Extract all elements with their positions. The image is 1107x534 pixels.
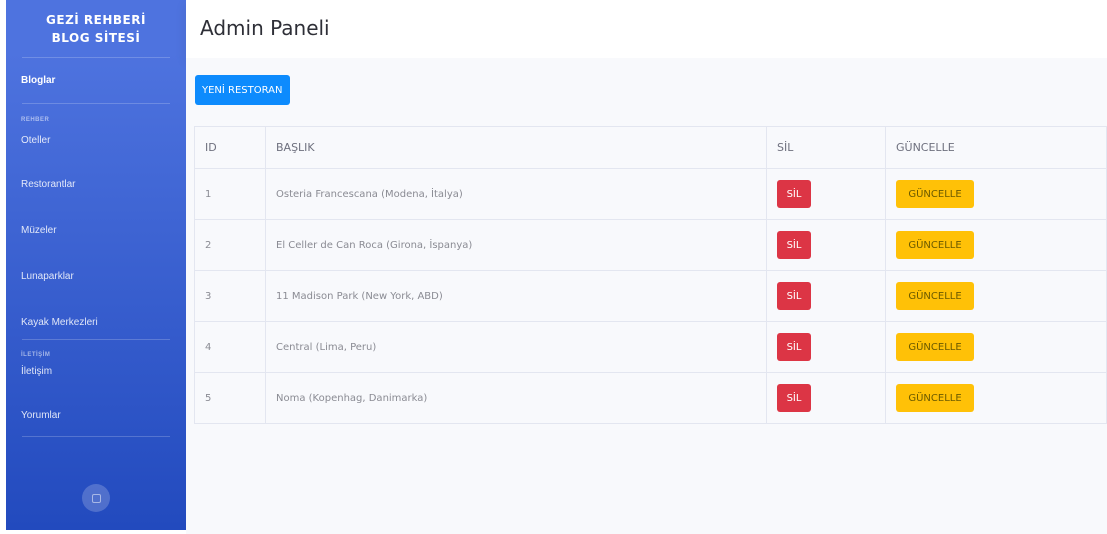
- update-cell: GÜNCELLE: [885, 270, 1107, 322]
- delete-button[interactable]: SİL: [777, 333, 811, 361]
- delete-button[interactable]: SİL: [777, 282, 811, 310]
- update-cell: GÜNCELLE: [885, 372, 1107, 424]
- toggle-icon: [91, 493, 101, 503]
- sidebar-item-restorantlar[interactable]: Restorantlar: [6, 179, 186, 225]
- main-content: YENİ RESTORAN ID BAŞLIK SİL GÜNCELLE 1 O…: [186, 58, 1107, 534]
- row-title: Noma (Kopenhag, Danimarka): [265, 372, 767, 424]
- sidebar-divider: [22, 436, 170, 437]
- update-button[interactable]: GÜNCELLE: [896, 231, 974, 259]
- update-cell: GÜNCELLE: [885, 219, 1107, 271]
- table-row: 4 Central (Lima, Peru) SİL GÜNCELLE: [194, 321, 1107, 373]
- sidebar-heading-rehber: REHBER: [21, 117, 50, 123]
- sidebar-item-lunaparklar[interactable]: Lunaparklar: [6, 271, 186, 317]
- sidebar-item-iletisim[interactable]: İletişim: [6, 366, 186, 410]
- restaurant-table: ID BAŞLIK SİL GÜNCELLE 1 Osteria Frances…: [194, 126, 1107, 424]
- sidebar-item-muzeler[interactable]: Müzeler: [6, 225, 186, 271]
- sidebar-item-label: Lunaparklar: [21, 271, 74, 282]
- row-title: Osteria Francescana (Modena, İtalya): [265, 168, 767, 220]
- row-id: 3: [194, 270, 266, 322]
- sidebar-item-label: İletişim: [21, 366, 53, 377]
- update-button[interactable]: GÜNCELLE: [896, 333, 974, 361]
- topbar: Admin Paneli: [186, 0, 1107, 58]
- sidebar: GEZİ REHBERİ BLOG SİTESİ Bloglar REHBER …: [6, 0, 186, 530]
- table-row: 3 11 Madison Park (New York, ABD) SİL GÜ…: [194, 270, 1107, 322]
- brand-line-2: BLOG SİTESİ: [51, 30, 141, 45]
- sidebar-item-label: Bloglar: [21, 75, 56, 86]
- delete-button[interactable]: SİL: [777, 231, 811, 259]
- table-header-row: ID BAŞLIK SİL GÜNCELLE: [194, 126, 1107, 169]
- brand-line-1: GEZİ REHBERİ: [46, 12, 146, 27]
- column-header-id: ID: [194, 126, 266, 169]
- page-title: Admin Paneli: [200, 16, 330, 40]
- table-row: 2 El Celler de Can Roca (Girona, İspanya…: [194, 219, 1107, 271]
- delete-button[interactable]: SİL: [777, 384, 811, 412]
- sidebar-item-label: Restorantlar: [21, 179, 76, 190]
- delete-cell: SİL: [766, 321, 886, 373]
- sidebar-item-label: Müzeler: [21, 225, 57, 236]
- sidebar-item-label: Kayak Merkezleri: [21, 317, 98, 328]
- table-row: 5 Noma (Kopenhag, Danimarka) SİL GÜNCELL…: [194, 372, 1107, 424]
- row-title: 11 Madison Park (New York, ABD): [265, 270, 767, 322]
- update-button[interactable]: GÜNCELLE: [896, 282, 974, 310]
- delete-cell: SİL: [766, 168, 886, 220]
- sidebar-item-label: Yorumlar: [21, 410, 61, 421]
- sidebar-item-kayak-merkezleri[interactable]: Kayak Merkezleri: [6, 317, 186, 339]
- column-header-title: BAŞLIK: [265, 126, 767, 169]
- sidebar-item-label: Oteller: [21, 135, 51, 146]
- row-id: 2: [194, 219, 266, 271]
- row-title: Central (Lima, Peru): [265, 321, 767, 373]
- sidebar-heading-iletisim: İLETİŞİM: [21, 352, 51, 358]
- update-cell: GÜNCELLE: [885, 168, 1107, 220]
- sidebar-toggle-button[interactable]: [82, 484, 110, 512]
- sidebar-item-yorumlar[interactable]: Yorumlar: [6, 410, 186, 436]
- delete-cell: SİL: [766, 270, 886, 322]
- new-restaurant-button[interactable]: YENİ RESTORAN: [195, 75, 290, 105]
- row-title: El Celler de Can Roca (Girona, İspanya): [265, 219, 767, 271]
- brand-logo[interactable]: GEZİ REHBERİ BLOG SİTESİ: [6, 0, 186, 57]
- update-button[interactable]: GÜNCELLE: [896, 180, 974, 208]
- column-header-update: GÜNCELLE: [885, 126, 1107, 169]
- delete-cell: SİL: [766, 219, 886, 271]
- row-id: 5: [194, 372, 266, 424]
- sidebar-item-bloglar[interactable]: Bloglar: [6, 58, 186, 102]
- update-button[interactable]: GÜNCELLE: [896, 384, 974, 412]
- sidebar-item-oteller[interactable]: Oteller: [6, 133, 186, 179]
- row-id: 4: [194, 321, 266, 373]
- delete-cell: SİL: [766, 372, 886, 424]
- update-cell: GÜNCELLE: [885, 321, 1107, 373]
- delete-button[interactable]: SİL: [777, 180, 811, 208]
- table-row: 1 Osteria Francescana (Modena, İtalya) S…: [194, 168, 1107, 220]
- row-id: 1: [194, 168, 266, 220]
- column-header-delete: SİL: [766, 126, 886, 169]
